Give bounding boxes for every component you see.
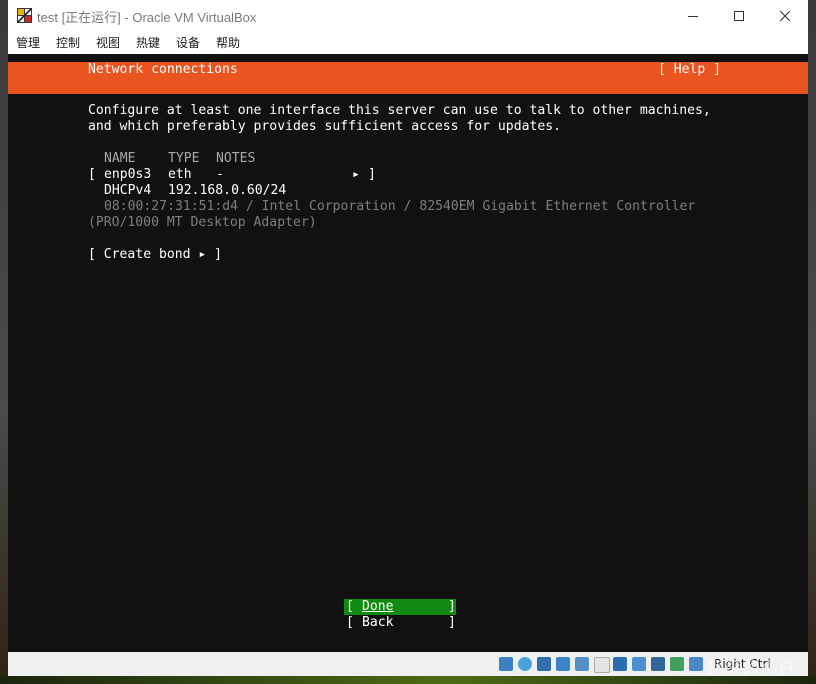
menu-help[interactable]: 帮助 [216, 34, 240, 51]
window-title: test [正在运行] - Oracle VM VirtualBox [37, 10, 257, 25]
ip-address: 192.168.0.60/24 [168, 183, 287, 198]
network-icon[interactable] [556, 657, 570, 671]
done-button[interactable]: [ Done] [344, 599, 456, 615]
shared-folder-icon[interactable] [594, 657, 610, 673]
row-bracket-close: ] [368, 167, 376, 182]
row-arrow-icon: ▸ [352, 167, 360, 182]
desktop-background-right [808, 0, 816, 684]
done-open: [ [346, 599, 362, 614]
create-bond-close: ] [214, 247, 223, 262]
display-icon[interactable] [613, 657, 627, 671]
back-close: ] [448, 615, 456, 630]
create-bond-open: [ [88, 247, 104, 262]
row-bracket-open: [ [88, 167, 96, 182]
vm-display[interactable]: Network connections [ Help ] Configure a… [8, 54, 808, 652]
menu-bar: 管理 控制 视图 热键 设备 帮助 [8, 31, 808, 54]
title-bar[interactable]: test [正在运行] - Oracle VM VirtualBox [8, 0, 808, 31]
page-title: Network connections [88, 62, 238, 77]
create-bond-button[interactable]: [ Create bond ▸ ] [88, 247, 222, 263]
done-close: ] [448, 599, 456, 614]
back-open: [ [346, 615, 362, 630]
intro-text: Configure at least one interface this se… [88, 103, 711, 135]
virtualbox-app-icon [17, 8, 32, 23]
close-icon [779, 10, 791, 21]
maximize-icon [734, 10, 744, 21]
intro-line-2: and which preferably provides sufficient… [88, 119, 561, 134]
hard-disk-icon[interactable] [499, 657, 513, 671]
usb-icon[interactable] [575, 657, 589, 671]
create-bond-label: Create bond [103, 247, 191, 262]
done-label: Done [362, 599, 394, 614]
recording-icon[interactable] [632, 657, 646, 671]
minimize-button[interactable] [670, 0, 716, 31]
address-type: DHCPv4 [104, 183, 152, 198]
hardware-info-line-1: 08:00:27:31:51:d4 / Intel Corporation / … [104, 199, 696, 214]
status-bar: Right Ctrl [8, 652, 808, 676]
interface-address-row: DHCPv4 192.168.0.60/24 [88, 183, 388, 199]
hardware-info-line-2: (PRO/1000 MT Desktop Adapter) [88, 215, 317, 230]
create-bond-arrow-icon: ▸ [190, 247, 215, 262]
optical-drive-icon[interactable] [518, 657, 532, 671]
virtualbox-window: test [正在运行] - Oracle VM VirtualBox 管理 控制… [8, 0, 808, 679]
watermark: 翻滚的小白 [706, 659, 796, 679]
close-button[interactable] [762, 0, 808, 31]
column-name: NAME [104, 151, 136, 166]
intro-line-1: Configure at least one interface this se… [88, 103, 711, 118]
column-type: TYPE [168, 151, 200, 166]
virtualization-icon[interactable] [670, 657, 684, 671]
desktop-background-bottom [0, 676, 816, 684]
interface-type: eth [168, 167, 192, 182]
help-button[interactable]: [ Help ] [658, 62, 721, 78]
minimize-icon [688, 15, 698, 17]
mouse-integration-icon[interactable] [689, 657, 703, 671]
interface-notes: - [216, 167, 224, 182]
menu-hotkeys[interactable]: 热键 [136, 34, 160, 51]
desktop-background-left [0, 0, 8, 684]
cpu-icon[interactable] [651, 657, 665, 671]
menu-manage[interactable]: 管理 [16, 34, 40, 51]
interface-row-enp0s3[interactable]: [ enp0s3 eth - ▸] [88, 167, 388, 183]
back-button[interactable]: [ Back] [344, 615, 456, 631]
audio-icon[interactable] [537, 657, 551, 671]
menu-devices[interactable]: 设备 [176, 34, 200, 51]
maximize-button[interactable] [716, 0, 762, 31]
interface-name: enp0s3 [104, 167, 152, 182]
menu-view[interactable]: 视图 [96, 34, 120, 51]
column-notes: NOTES [216, 151, 256, 166]
menu-control[interactable]: 控制 [56, 34, 80, 51]
back-label: Back [362, 615, 394, 630]
